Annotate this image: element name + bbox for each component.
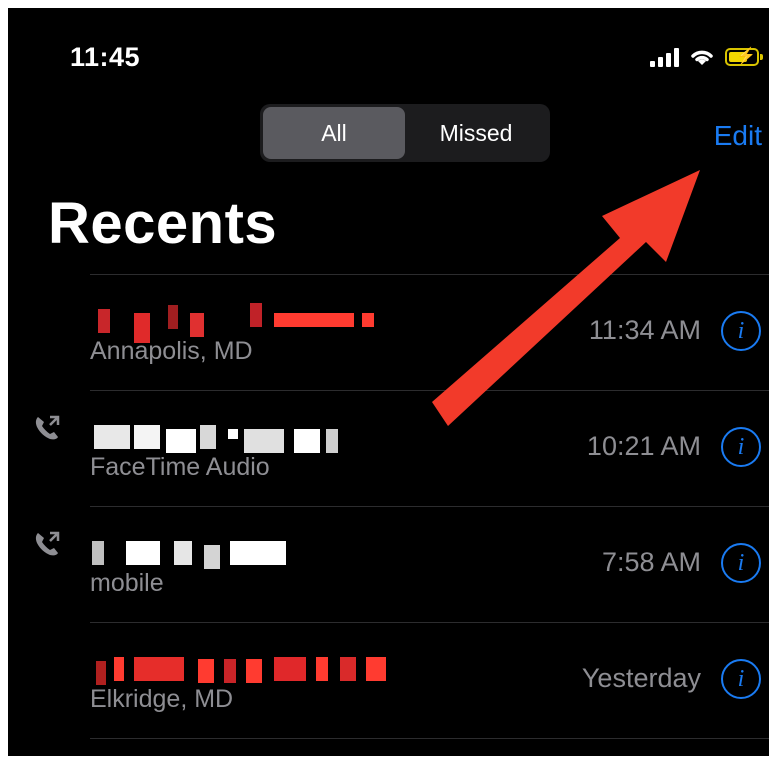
call-time: 7:58 AM bbox=[601, 547, 701, 577]
list-divider bbox=[90, 738, 769, 739]
redacted-caller-name bbox=[90, 531, 410, 569]
call-time: 11:34 AM bbox=[588, 315, 701, 345]
info-icon[interactable]: i bbox=[721, 659, 761, 699]
call-filter-segmented-control: All Missed bbox=[260, 104, 550, 162]
info-icon[interactable]: i bbox=[721, 427, 761, 467]
status-time: 11:45 bbox=[70, 42, 141, 72]
list-item[interactable]: FaceTime Audio 10:21 AM i bbox=[35, 390, 769, 506]
call-time: Yesterday bbox=[581, 663, 701, 693]
page-title: Recents bbox=[48, 191, 278, 256]
signal-icon bbox=[650, 47, 679, 67]
redacted-caller-name bbox=[90, 415, 410, 453]
list-item[interactable]: Annapolis, MD 11:34 AM i bbox=[90, 274, 769, 390]
call-subtitle: mobile bbox=[90, 569, 164, 597]
redacted-caller-name bbox=[90, 647, 410, 685]
list-item[interactable]: mobile 7:58 AM i bbox=[35, 506, 769, 622]
call-subtitle: FaceTime Audio bbox=[90, 453, 270, 481]
segment-missed[interactable]: Missed bbox=[405, 107, 547, 159]
list-item[interactable]: Elkridge, MD Yesterday i bbox=[90, 622, 769, 738]
recents-list: Annapolis, MD 11:34 AM i FaceTime Audio … bbox=[8, 274, 769, 739]
redacted-caller-name bbox=[90, 299, 410, 343]
phone-screen: 11:45 ⚡ All Missed Edit Recents Annapoli… bbox=[8, 8, 769, 756]
info-icon[interactable]: i bbox=[721, 311, 761, 351]
segment-all[interactable]: All bbox=[263, 107, 405, 159]
phone-outgoing-icon bbox=[35, 531, 60, 556]
call-time: 10:21 AM bbox=[586, 431, 701, 461]
info-icon[interactable]: i bbox=[721, 543, 761, 583]
phone-outgoing-icon bbox=[35, 415, 60, 440]
call-subtitle: Elkridge, MD bbox=[90, 685, 234, 713]
wifi-icon bbox=[691, 50, 713, 65]
status-icons: ⚡ bbox=[650, 44, 763, 70]
battery-icon: ⚡ bbox=[725, 48, 763, 66]
call-subtitle: Annapolis, MD bbox=[90, 337, 253, 365]
edit-button[interactable]: Edit bbox=[714, 120, 762, 152]
